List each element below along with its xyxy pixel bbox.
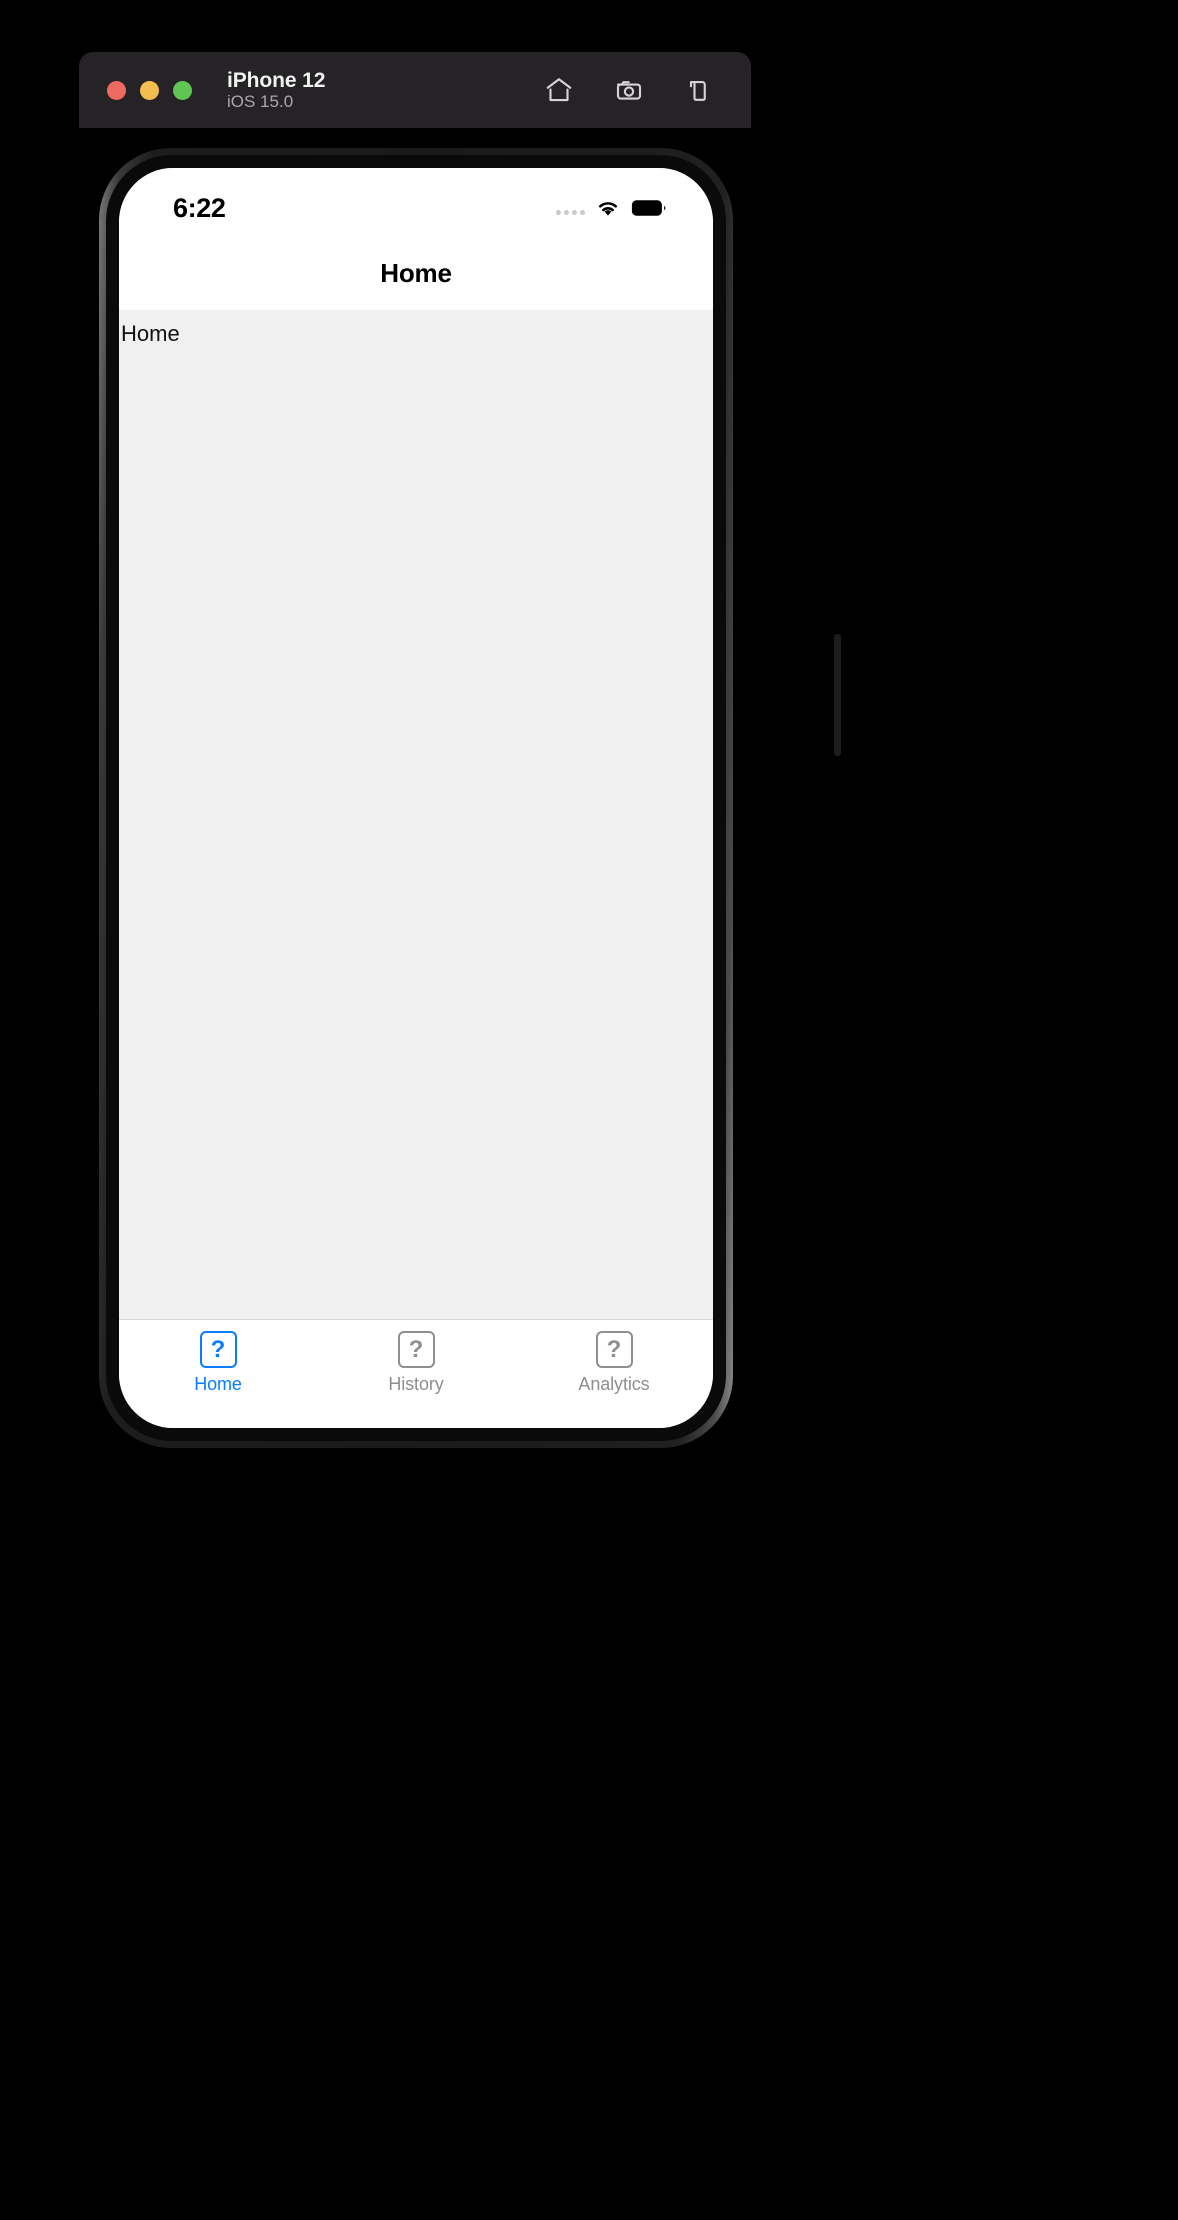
- tab-history-label: History: [388, 1374, 444, 1394]
- placeholder-question-icon: ?: [397, 1331, 435, 1368]
- iphone-device-frame: 6:22 Home Home ? Home ? History ? Analyt…: [99, 148, 841, 1448]
- status-bar: 6:22: [119, 168, 713, 236]
- simulator-window-titlebar: iPhone 12 iOS 15.0: [79, 52, 751, 128]
- wifi-icon: [594, 198, 622, 218]
- navigation-bar: Home: [119, 236, 713, 310]
- tab-home-label: Home: [194, 1374, 242, 1394]
- rotate-button[interactable]: [677, 70, 721, 110]
- cellular-dots-icon: [556, 201, 585, 215]
- home-icon: [544, 75, 574, 105]
- placeholder-question-icon: ?: [595, 1331, 633, 1368]
- maximize-button[interactable]: [173, 80, 192, 100]
- page-title: Home: [380, 257, 452, 288]
- placeholder-question-icon: ?: [199, 1331, 237, 1368]
- rotate-icon: [684, 75, 714, 105]
- tab-bar: ? Home ? History ? Analytics: [119, 1319, 713, 1421]
- device-screen: 6:22 Home Home ? Home ? History ? Analyt…: [119, 168, 713, 1428]
- window-controls: [107, 80, 192, 100]
- tab-analytics-label: Analytics: [578, 1374, 650, 1394]
- window-title-block: iPhone 12 iOS 15.0: [227, 69, 325, 112]
- screenshot-root: iPhone 12 iOS 15.0 6:22 Home Home ? Home…: [0, 0, 1178, 2220]
- minimize-button[interactable]: [140, 80, 159, 100]
- content-area: Home: [119, 310, 713, 1319]
- simulator-toolbar: [537, 70, 721, 110]
- home-button[interactable]: [537, 70, 581, 110]
- device-bezel: 6:22 Home Home ? Home ? History ? Analyt…: [106, 155, 726, 1441]
- tab-home[interactable]: ? Home: [119, 1331, 317, 1395]
- home-indicator-area: [119, 1421, 713, 1428]
- screenshot-button[interactable]: [607, 70, 651, 110]
- content-label: Home: [121, 321, 180, 346]
- status-bar-indicators: [556, 198, 667, 218]
- tab-analytics[interactable]: ? Analytics: [515, 1331, 713, 1395]
- battery-full-icon: [631, 198, 667, 218]
- power-button[interactable]: [834, 634, 841, 756]
- tab-history[interactable]: ? History: [317, 1331, 515, 1395]
- status-bar-time: 6:22: [173, 192, 226, 223]
- camera-icon: [614, 75, 644, 105]
- window-subtitle: iOS 15.0: [227, 92, 294, 112]
- close-button[interactable]: [107, 80, 126, 100]
- window-title: iPhone 12: [227, 68, 326, 92]
